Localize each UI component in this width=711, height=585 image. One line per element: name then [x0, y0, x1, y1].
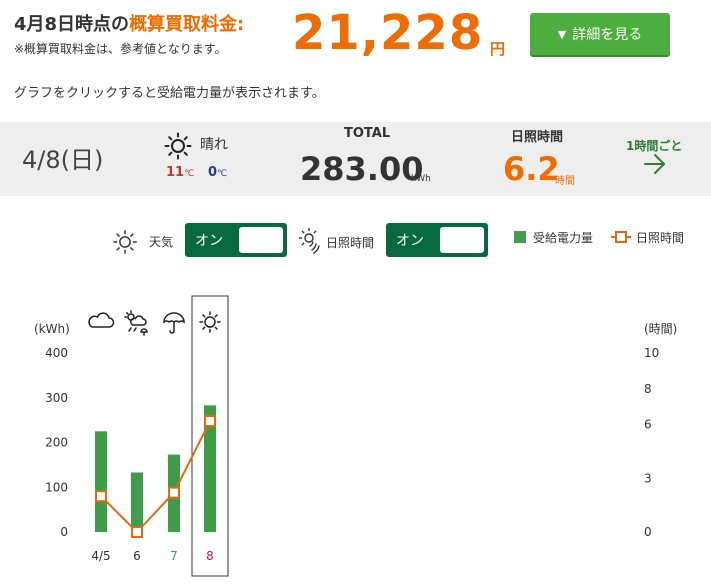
y2-tick-label: 8	[644, 382, 652, 396]
sunshine-icon	[298, 227, 320, 254]
triangle-down-icon: ▼	[557, 27, 567, 41]
y2-tick-label: 6	[644, 418, 652, 432]
temp-low-value: 0	[208, 165, 218, 180]
legend-power-label: 受給電力量	[533, 231, 594, 245]
total-unit: kWh	[411, 174, 431, 184]
y2-tick-label: 0	[644, 525, 652, 539]
x-tick-label: 4/5	[91, 549, 110, 563]
bar-power[interactable]	[131, 472, 143, 532]
hourly-link[interactable]: 1時間ごと	[626, 137, 682, 154]
cloud-icon	[88, 312, 115, 328]
temp-high: 11℃	[166, 165, 194, 180]
sunshine-toggle-label: 日照時間	[326, 236, 375, 250]
legend-power-swatch	[514, 231, 526, 243]
sunshine-toggle[interactable]: オン	[386, 223, 488, 257]
selected-date: 4/8(日)	[22, 146, 104, 174]
sunshine-line	[100, 420, 211, 534]
sun-cloud-rain-icon	[124, 310, 148, 336]
umbrella-icon	[163, 312, 185, 334]
weather-text: 晴れ	[200, 137, 228, 153]
y-tick-label: 300	[45, 391, 68, 405]
x-tick-label: 6	[133, 549, 141, 563]
sunshine-point	[95, 490, 107, 503]
y-tick-label: 100	[45, 480, 68, 494]
y-tick-label: 0	[60, 525, 68, 539]
y-tick-label: 400	[45, 346, 68, 360]
weather-sun-icon	[113, 230, 137, 254]
page-title: 4月8日時点の概算買取料金:	[14, 10, 244, 36]
detail-button[interactable]: ▼ 詳細を見る	[530, 13, 670, 55]
temp-low: 0℃	[208, 165, 227, 180]
weather-toggle[interactable]: オン	[185, 223, 287, 257]
y-tick-label: 200	[45, 436, 68, 450]
sunshine-unit: 時間	[555, 176, 575, 187]
temp-high-value: 11	[166, 165, 185, 180]
estimated-amount: 21,228	[292, 5, 484, 61]
chart-hint: グラフをクリックすると受給電力量が表示されます。	[14, 86, 325, 101]
x-tick-label: 7	[170, 549, 178, 563]
y2-axis-label: (時間)	[644, 322, 677, 336]
total-label: TOTAL	[344, 126, 391, 141]
estimate-note: ※概算買取料金は、参考値となります。	[14, 42, 227, 56]
toggle-knob	[440, 227, 484, 253]
bar-power[interactable]	[95, 431, 107, 532]
sunshine-label: 日照時間	[511, 130, 564, 145]
legend-sun-label: 日照時間	[636, 231, 685, 245]
arrow-right-icon[interactable]	[643, 153, 667, 175]
y2-tick-label: 10	[644, 346, 659, 360]
detail-button-label: 詳細を見る	[572, 27, 643, 43]
sunshine-value: 6.2	[503, 150, 560, 188]
legend-sun-swatch	[611, 231, 631, 243]
x-tick-label: 8	[206, 549, 214, 563]
total-value: 283.00	[300, 150, 424, 188]
title-prefix: 4月8日時点の	[14, 14, 130, 35]
sunshine-point	[168, 486, 180, 499]
temp-low-unit: ℃	[217, 169, 228, 179]
sunshine-point	[131, 526, 143, 538]
amount-unit: 円	[490, 40, 506, 58]
title-highlight: 概算買取料金:	[129, 14, 245, 35]
y2-tick-label: 3	[644, 471, 652, 485]
power-chart[interactable]: (kWh) (時間) 0 100 200 300 400 0 3 6 8 10 4/5 6 7 8	[0, 290, 711, 585]
sunshine-point	[204, 415, 216, 428]
toggle-knob	[239, 227, 283, 253]
weather-toggle-text: オン	[195, 233, 223, 249]
weather-toggle-label: 天気	[149, 235, 174, 249]
y-axis-label: (kWh)	[34, 322, 70, 336]
sunshine-toggle-text: オン	[396, 233, 424, 249]
sun-icon	[199, 311, 221, 333]
sun-icon	[164, 132, 192, 160]
temp-high-unit: ℃	[184, 169, 195, 179]
